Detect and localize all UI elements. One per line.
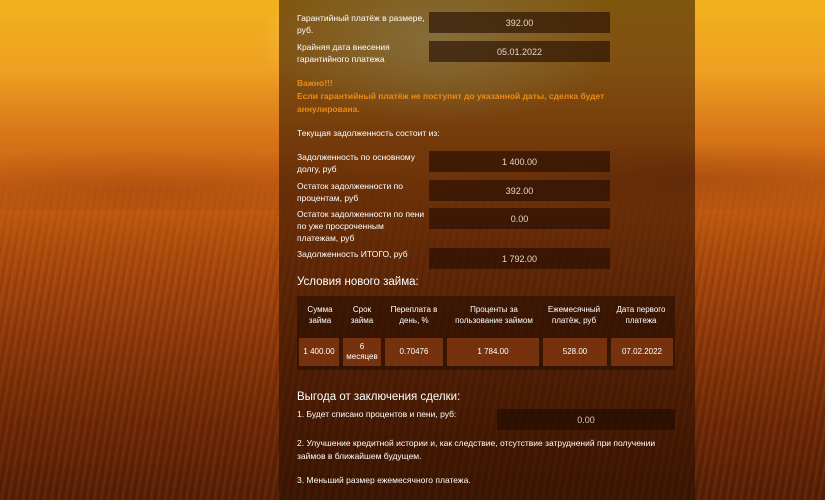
table-header-amount: Сумма займа [307, 305, 333, 325]
debt-total-field: 1 792.00 [429, 248, 610, 269]
table-cell-monthly: 528.00 [543, 338, 607, 366]
guarantee-payment-label: Гарантийный платёж в размере, руб. [297, 13, 425, 35]
warning-title: Важно!!! [297, 78, 333, 88]
debt-principal-field: 1 400.00 [429, 151, 610, 172]
table-header-monthly: Ежемесячный платёж, руб [547, 305, 601, 325]
table-header-first-date: Дата первого платежа [616, 305, 666, 325]
warning-block: Важно!!! Если гарантийный платёж не пост… [297, 77, 647, 116]
table-cell-first-date: 07.02.2022 [611, 338, 673, 366]
table-header-term: Срок займа [350, 305, 374, 325]
table-cell-interest: 1 784.00 [447, 338, 539, 366]
guarantee-deadline-label: Крайняя дата внесения гарантийного плате… [297, 42, 390, 64]
guarantee-payment-field: 392.00 [429, 12, 610, 33]
table-cell-term: 6 месяцев [343, 338, 381, 366]
table-cell-overpay: 0.70476 [385, 338, 443, 366]
debt-total-label: Задолженность ИТОГО, руб [297, 249, 408, 259]
warning-text: Если гарантийный платёж не поступит до у… [297, 91, 605, 114]
benefit-item-1: 1. Будет списано процентов и пени, руб: [297, 409, 457, 419]
guarantee-deadline-field: 05.01.2022 [429, 41, 610, 62]
table-header-overpay: Переплата в день, % [390, 305, 438, 325]
benefit-item-2: 2. Улучшение кредитной истории и, как сл… [297, 438, 656, 461]
table-cell-amount: 1 400.00 [299, 338, 339, 366]
table-header-interest: Проценты за пользование займом [455, 305, 533, 325]
debt-penalty-label: Остаток задолженности по пени по уже про… [297, 209, 425, 243]
benefits-heading: Выгода от заключения сделки: [297, 391, 461, 403]
new-loan-heading: Условия нового займа: [297, 276, 419, 288]
benefit-item-3: 3. Меньший размер ежемесячного платежа. [297, 475, 471, 485]
debt-interest-field: 392.00 [429, 180, 610, 201]
debt-principal-label: Задолженность по основному долгу, руб [297, 152, 415, 174]
debt-interest-label: Остаток задолженности по процентам, руб [297, 181, 404, 203]
debt-heading: Текущая задолженность состоит из: [297, 128, 440, 138]
new-loan-table: Сумма займа Срок займа Переплата в день,… [297, 296, 675, 370]
debt-penalty-field: 0.00 [429, 208, 610, 229]
benefit-writeoff-field: 0.00 [497, 409, 675, 430]
